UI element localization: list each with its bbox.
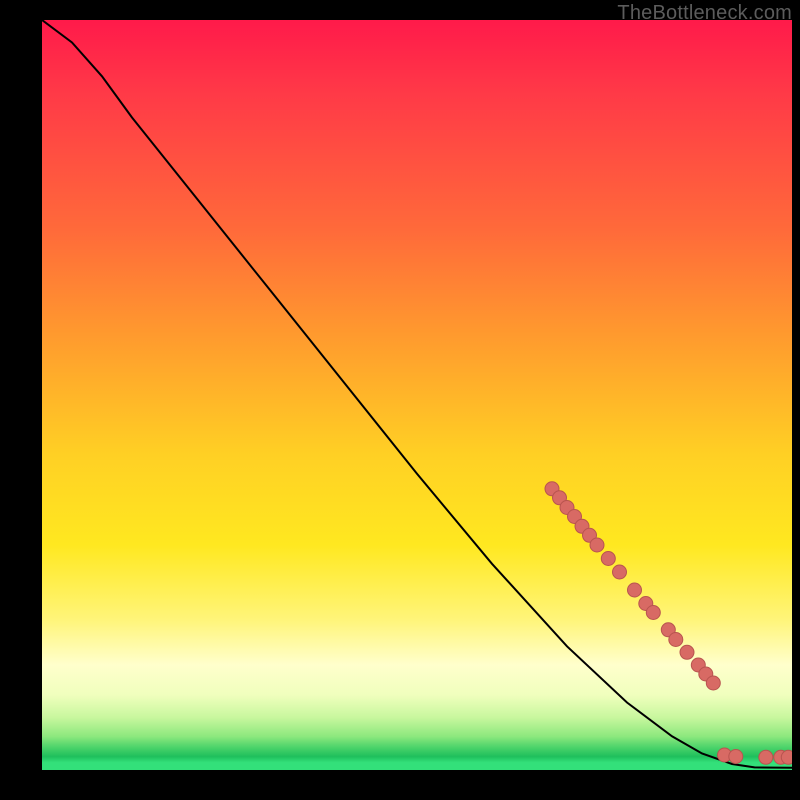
data-marker <box>590 538 604 552</box>
data-marker <box>601 552 615 566</box>
data-marker <box>759 750 773 764</box>
data-marker <box>781 750 792 764</box>
data-marker <box>613 565 627 579</box>
chart-svg <box>42 20 792 770</box>
data-marker <box>669 633 683 647</box>
data-marker <box>680 645 694 659</box>
curve-line <box>42 20 792 768</box>
data-markers <box>545 482 792 765</box>
chart-wrapper: TheBottleneck.com <box>0 0 800 800</box>
data-marker <box>628 583 642 597</box>
data-marker <box>729 750 743 764</box>
plot-area <box>42 20 792 770</box>
data-marker <box>646 606 660 620</box>
data-marker <box>706 676 720 690</box>
